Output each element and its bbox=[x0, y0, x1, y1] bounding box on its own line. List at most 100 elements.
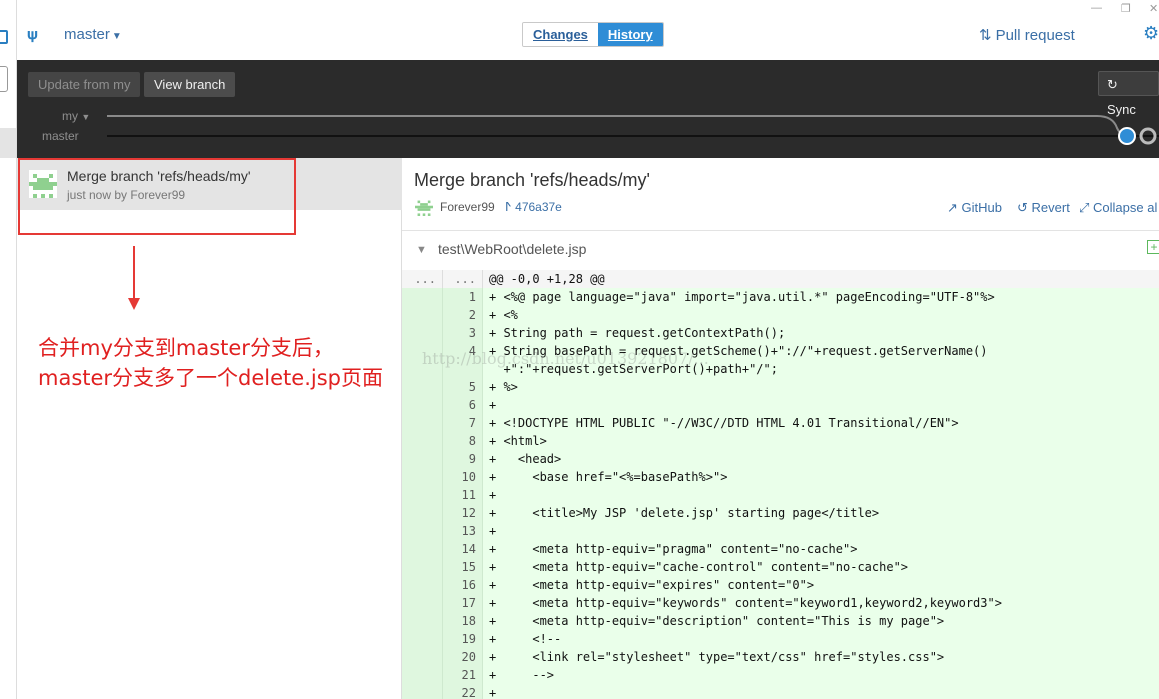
old-line-number bbox=[402, 612, 442, 630]
diff-line: 17 + <meta http-equiv="keywords" content=… bbox=[402, 594, 1159, 612]
repository-icon[interactable] bbox=[0, 30, 8, 44]
tab-history[interactable]: History bbox=[597, 23, 663, 46]
diff-hunk-header: ... ... @@ -0,0 +1,28 @@ bbox=[402, 270, 1159, 288]
left-sidebar bbox=[0, 0, 17, 699]
commit-icon: ⵤ bbox=[505, 200, 516, 214]
diff-code: + <meta http-equiv="cache-control" conte… bbox=[482, 558, 1159, 576]
diff-code: + <title>My JSP 'delete.jsp' starting pa… bbox=[482, 504, 1159, 522]
new-line-number: 15 bbox=[442, 558, 482, 576]
diff-line: 18 + <meta http-equiv="description" conte… bbox=[402, 612, 1159, 630]
new-line-number: 14 bbox=[442, 540, 482, 558]
diff-line: 22 + bbox=[402, 684, 1159, 699]
branch-name: master bbox=[64, 26, 110, 43]
merge-commit-dot[interactable] bbox=[1118, 127, 1136, 145]
diff-code: + <%@ page language="java" import="java.… bbox=[482, 288, 1159, 306]
file-path[interactable]: test\WebRoot\delete.jsp bbox=[438, 241, 586, 257]
pull-request-button[interactable]: ⇅ Pull request bbox=[979, 26, 1075, 44]
filter-box[interactable] bbox=[0, 66, 8, 92]
new-line-number: 3 bbox=[442, 324, 482, 342]
commit-detail: Merge branch 'refs/heads/my' Forever99 ⵤ… bbox=[402, 158, 1159, 699]
diff-code: + <meta http-equiv="description" content… bbox=[482, 612, 1159, 630]
new-line-number: 6 bbox=[442, 396, 482, 414]
diff-line: 9 + <head> bbox=[402, 450, 1159, 468]
expand-right[interactable]: ... bbox=[442, 270, 482, 288]
close-icon[interactable]: ✕ bbox=[1149, 2, 1158, 15]
diff-line: 14 + <meta http-equiv="pragma" content="n… bbox=[402, 540, 1159, 558]
diff-code: + <% bbox=[482, 306, 1159, 324]
gear-icon[interactable]: ⚙ bbox=[1143, 23, 1159, 44]
diff-line: +":"+request.getServerPort()+path+"/"; bbox=[402, 360, 1159, 378]
new-line-number: 12 bbox=[442, 504, 482, 522]
new-line-number: 16 bbox=[442, 576, 482, 594]
old-line-number bbox=[402, 540, 442, 558]
new-line-number: 18 bbox=[442, 612, 482, 630]
tab-changes[interactable]: Changes bbox=[523, 23, 598, 46]
old-line-number bbox=[402, 666, 442, 684]
old-line-number bbox=[402, 684, 442, 699]
diff-code: + String path = request.getContextPath()… bbox=[482, 324, 1159, 342]
diff-lines: 1 + <%@ page language="java" import="java… bbox=[402, 288, 1159, 699]
diff-code: + bbox=[482, 396, 1159, 414]
diff-code: + <head> bbox=[482, 450, 1159, 468]
old-line-number bbox=[402, 396, 442, 414]
diff-line: 1 + <%@ page language="java" import="java… bbox=[402, 288, 1159, 306]
new-line-number: 1 bbox=[442, 288, 482, 306]
old-line-number bbox=[402, 360, 442, 378]
external-link-icon: ↗ bbox=[947, 200, 962, 215]
diff-line: 11 + bbox=[402, 486, 1159, 504]
expand-left[interactable]: ... bbox=[402, 270, 442, 288]
branch-graph bbox=[107, 115, 1159, 145]
branch-selector[interactable]: master ▼ bbox=[64, 26, 122, 43]
diff-line: 20 + <link rel="stylesheet" type="text/cs… bbox=[402, 648, 1159, 666]
divider bbox=[402, 230, 1159, 231]
old-line-number bbox=[402, 306, 442, 324]
annotation-text: 合并my分支到master分支后， master分支多了一个delete.jsp… bbox=[38, 333, 383, 393]
diff-code: + bbox=[482, 486, 1159, 504]
chevron-down-icon[interactable]: ▼ bbox=[416, 244, 427, 256]
diff-code: + bbox=[482, 684, 1159, 699]
diff-line: 7 + <!DOCTYPE HTML PUBLIC "-//W3C//DTD HT… bbox=[402, 414, 1159, 432]
github-link[interactable]: ↗ GitHub bbox=[947, 200, 1002, 216]
diff-code: + <html> bbox=[482, 432, 1159, 450]
diff-line: 3 + String path = request.getContextPath(… bbox=[402, 324, 1159, 342]
revert-icon: ↺ bbox=[1017, 200, 1032, 215]
revert-button[interactable]: ↺ Revert bbox=[1017, 200, 1070, 216]
new-line-number: 19 bbox=[442, 630, 482, 648]
diff-code: + <!-- bbox=[482, 630, 1159, 648]
diff-code: +":"+request.getServerPort()+path+"/"; bbox=[482, 360, 1159, 378]
new-line-number: 21 bbox=[442, 666, 482, 684]
commit-detail-title: Merge branch 'refs/heads/my' bbox=[414, 170, 650, 190]
new-line-number: 17 bbox=[442, 594, 482, 612]
new-line-number: 4 bbox=[442, 342, 482, 360]
diff-code: + String basePath = request.getScheme()+… bbox=[482, 342, 1159, 360]
diff-line: 16 + <meta http-equiv="expires" content="… bbox=[402, 576, 1159, 594]
new-line-number: 8 bbox=[442, 432, 482, 450]
diff-code: + --> bbox=[482, 666, 1159, 684]
revert-label: Revert bbox=[1031, 200, 1070, 215]
new-line-number: 11 bbox=[442, 486, 482, 504]
old-line-number bbox=[402, 468, 442, 486]
new-line-number: 22 bbox=[442, 684, 482, 699]
new-line-number: 10 bbox=[442, 468, 482, 486]
old-line-number bbox=[402, 324, 442, 342]
author-avatar bbox=[415, 198, 433, 216]
diff-code: + <meta http-equiv="keywords" content="k… bbox=[482, 594, 1159, 612]
hunk-text: @@ -0,0 +1,28 @@ bbox=[482, 270, 1159, 288]
restore-icon[interactable]: ❐ bbox=[1121, 2, 1131, 15]
minimize-icon[interactable]: — bbox=[1091, 2, 1102, 14]
old-line-number bbox=[402, 594, 442, 612]
diff-line: 15 + <meta http-equiv="cache-control" con… bbox=[402, 558, 1159, 576]
commit-sha-link[interactable]: ⵤ 476a37e bbox=[505, 200, 562, 214]
collapse-all-button[interactable]: ⤢ Collapse al bbox=[1079, 200, 1157, 216]
diff-line: 2 + <% bbox=[402, 306, 1159, 324]
commit-list: Merge branch 'refs/heads/my' just now by… bbox=[17, 158, 402, 699]
old-line-number bbox=[402, 288, 442, 306]
branch-toolbar: Update from my View branch ↻ Sync my ▼ m… bbox=[17, 60, 1159, 158]
old-line-number bbox=[402, 576, 442, 594]
old-line-number bbox=[402, 342, 442, 360]
selected-repository-marker[interactable] bbox=[0, 128, 16, 158]
github-label: GitHub bbox=[961, 200, 1002, 215]
new-line-number: 2 bbox=[442, 306, 482, 324]
old-line-number bbox=[402, 558, 442, 576]
old-line-number bbox=[402, 432, 442, 450]
